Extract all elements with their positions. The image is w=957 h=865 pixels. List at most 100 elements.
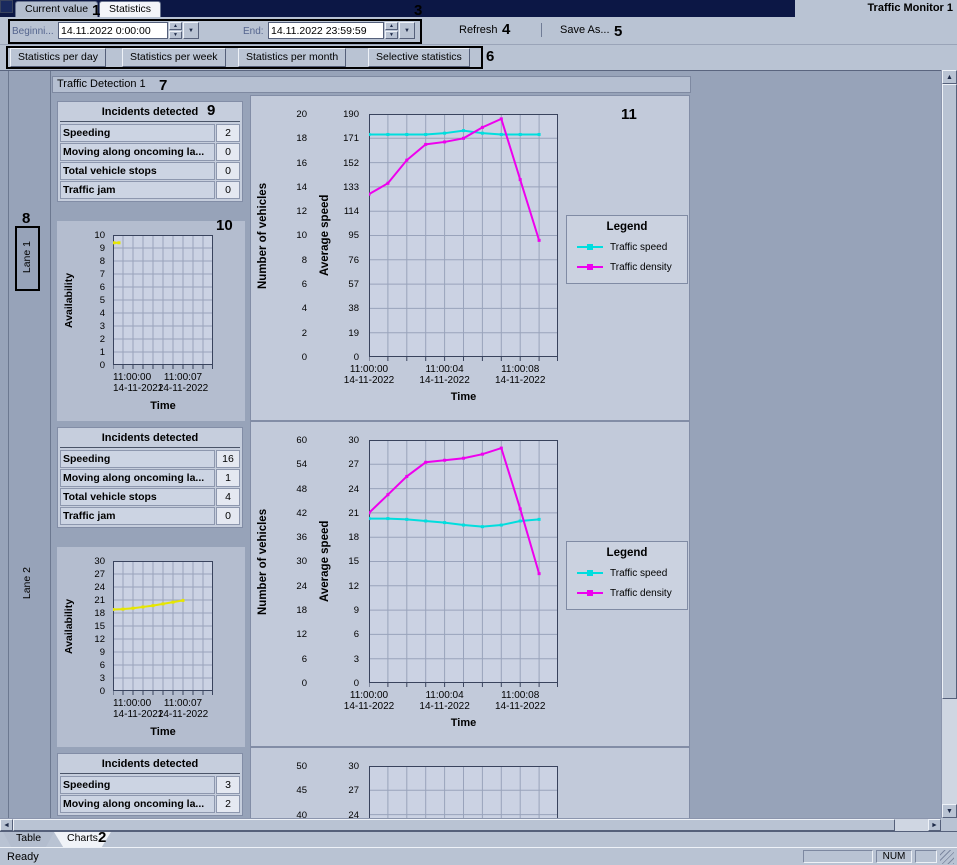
x-tick-label: 11:00:0714-11-2022	[158, 372, 208, 394]
main-chart-panel: Number of vehicles Average speed 2018161…	[250, 95, 690, 421]
end-date-spin-up-button[interactable]: ▲	[385, 22, 398, 30]
axis-tick-label: 60	[277, 435, 307, 446]
incident-row: Moving along oncoming la...1	[60, 469, 240, 487]
end-date-input[interactable]	[268, 22, 384, 39]
tick-date: 14-11-2022	[158, 709, 208, 720]
axis-tick-label: 5	[75, 295, 105, 306]
main-xlabel: Time	[369, 717, 558, 729]
dropdown-arrow-icon: ▼	[404, 28, 410, 34]
x-tick-label: 11:00:0014-11-2022	[113, 698, 163, 720]
end-date-spinner: ▲ ▼	[385, 22, 398, 39]
legend-line-sample	[577, 246, 603, 248]
lane-label: Lane 1	[16, 225, 38, 289]
legend-line-sample	[577, 266, 603, 268]
axis-tick-label: 19	[329, 328, 359, 339]
scroll-left-button[interactable]: ◄	[0, 819, 13, 831]
status-panel-1	[803, 850, 873, 863]
end-date-spin-down-button[interactable]: ▼	[385, 31, 398, 39]
legend-entry: Traffic speed	[577, 568, 681, 579]
legend-title: Legend	[567, 221, 687, 233]
horizontal-scrollbar[interactable]: ◄ ►	[0, 818, 941, 831]
end-date-dropdown-button[interactable]: ▼	[399, 22, 415, 39]
lane-section: Incidents detected Speeding3Moving along…	[0, 747, 941, 818]
tab-statistics[interactable]: Statistics	[99, 1, 161, 18]
tick-date: 14-11-2022	[495, 701, 545, 712]
x-tick-label: 11:00:0014-11-2022	[344, 364, 394, 386]
tab-statistics-per-week[interactable]: Statistics per week	[122, 48, 226, 67]
axis-tick-label: 10	[277, 230, 307, 241]
incident-label: Speeding	[60, 776, 215, 794]
axis-tick-label: 27	[329, 459, 359, 470]
x-tick-label: 11:00:0814-11-2022	[495, 364, 545, 386]
vehicles-axis-label: Number of vehicles	[255, 440, 271, 683]
tick-time: 11:00:00	[113, 372, 163, 383]
legend-box: Legend Traffic speedTraffic density	[566, 215, 688, 284]
status-num-indicator: NUM	[876, 850, 912, 863]
tick-time: 11:00:00	[113, 698, 163, 709]
horizontal-scrollbar-thumb[interactable]	[13, 819, 895, 831]
tab-table[interactable]: Table	[3, 832, 54, 847]
tick-date: 14-11-2022	[419, 375, 469, 386]
begin-date-dropdown-button[interactable]: ▼	[183, 22, 199, 39]
availability-plot	[113, 235, 213, 370]
tick-date: 14-11-2022	[419, 701, 469, 712]
vertical-scrollbar-thumb[interactable]	[942, 84, 957, 699]
vertical-scrollbar[interactable]: ▲ ▼	[941, 70, 957, 818]
legend-line-sample	[577, 572, 603, 574]
axis-tick-label: 0	[277, 352, 307, 363]
incident-label: Traffic jam	[60, 507, 215, 525]
incident-row: Total vehicle stops0	[60, 162, 240, 180]
axis-tick-label: 3	[329, 654, 359, 665]
system-menu-icon[interactable]	[0, 0, 13, 13]
begin-date-input[interactable]	[58, 22, 168, 39]
scroll-up-button[interactable]: ▲	[942, 70, 957, 84]
begin-date-spin-up-button[interactable]: ▲	[169, 22, 182, 30]
scroll-right-button[interactable]: ►	[928, 819, 941, 831]
legend-entry-label: Traffic density	[610, 262, 674, 273]
statistics-content: Traffic Detection 1 Lane 1 Incidents det…	[0, 70, 941, 818]
availability-chart: Availability 302724211815129630 11:00:00…	[57, 547, 245, 747]
main-x-labels: 11:00:0014-11-202211:00:0414-11-202211:0…	[369, 364, 558, 388]
tick-time: 11:00:08	[495, 364, 545, 375]
tab-selective-statistics[interactable]: Selective statistics	[368, 48, 470, 67]
incident-value: 0	[216, 507, 240, 525]
x-tick-label: 11:00:0414-11-2022	[419, 690, 469, 712]
main-plot	[369, 440, 558, 688]
scroll-down-button[interactable]: ▼	[942, 804, 957, 818]
axis-tick-label: 27	[75, 569, 105, 580]
axis-tick-label: 57	[329, 279, 359, 290]
axis-tick-label: 24	[75, 582, 105, 593]
begin-date-spin-down-button[interactable]: ▼	[169, 31, 182, 39]
app-window: Current value Statistics Traffic Monitor…	[0, 0, 957, 865]
incident-row: Speeding2	[60, 124, 240, 142]
availability-chart: Availability 109876543210 11:00:0014-11-…	[57, 221, 245, 421]
x-tick-label: 11:00:0014-11-2022	[344, 690, 394, 712]
incidents-panel: Incidents detected Speeding3Moving along…	[57, 753, 243, 816]
lanes-container: Lane 1 Incidents detected Speeding2Movin…	[0, 95, 941, 818]
detector-header: Traffic Detection 1	[52, 76, 691, 93]
axis-tick-label: 76	[329, 255, 359, 266]
availability-plot	[113, 561, 213, 696]
statistics-tab-bar: Statistics per day Statistics per week S…	[0, 45, 957, 70]
refresh-button[interactable]: Refresh	[450, 21, 507, 39]
tick-time: 11:00:07	[158, 372, 208, 383]
incident-value: 3	[216, 776, 240, 794]
lane-name: Lane 2	[21, 567, 33, 599]
legend-title: Legend	[567, 547, 687, 559]
axis-tick-label: 9	[75, 243, 105, 254]
axis-tick-label: 1	[75, 347, 105, 358]
tab-statistics-per-month[interactable]: Statistics per month	[238, 48, 346, 67]
status-message: Ready	[7, 851, 39, 863]
main-chart-panel: Number of vehicles Average speed 5045403…	[250, 747, 690, 818]
resize-grip[interactable]	[940, 850, 954, 864]
detector-title: Traffic Detection 1	[57, 78, 146, 90]
tab-charts[interactable]: Charts	[54, 832, 111, 847]
axis-tick-label: 40	[277, 810, 307, 818]
save-as-button[interactable]: Save As...	[551, 21, 619, 39]
incidents-panel: Incidents detected Speeding2Moving along…	[57, 101, 243, 202]
legend-entry-label: Traffic density	[610, 588, 674, 599]
tab-statistics-per-day[interactable]: Statistics per day	[10, 48, 106, 67]
tab-current-value[interactable]: Current value	[15, 1, 98, 18]
axis-tick-label: 21	[329, 508, 359, 519]
axis-tick-label: 8	[277, 255, 307, 266]
